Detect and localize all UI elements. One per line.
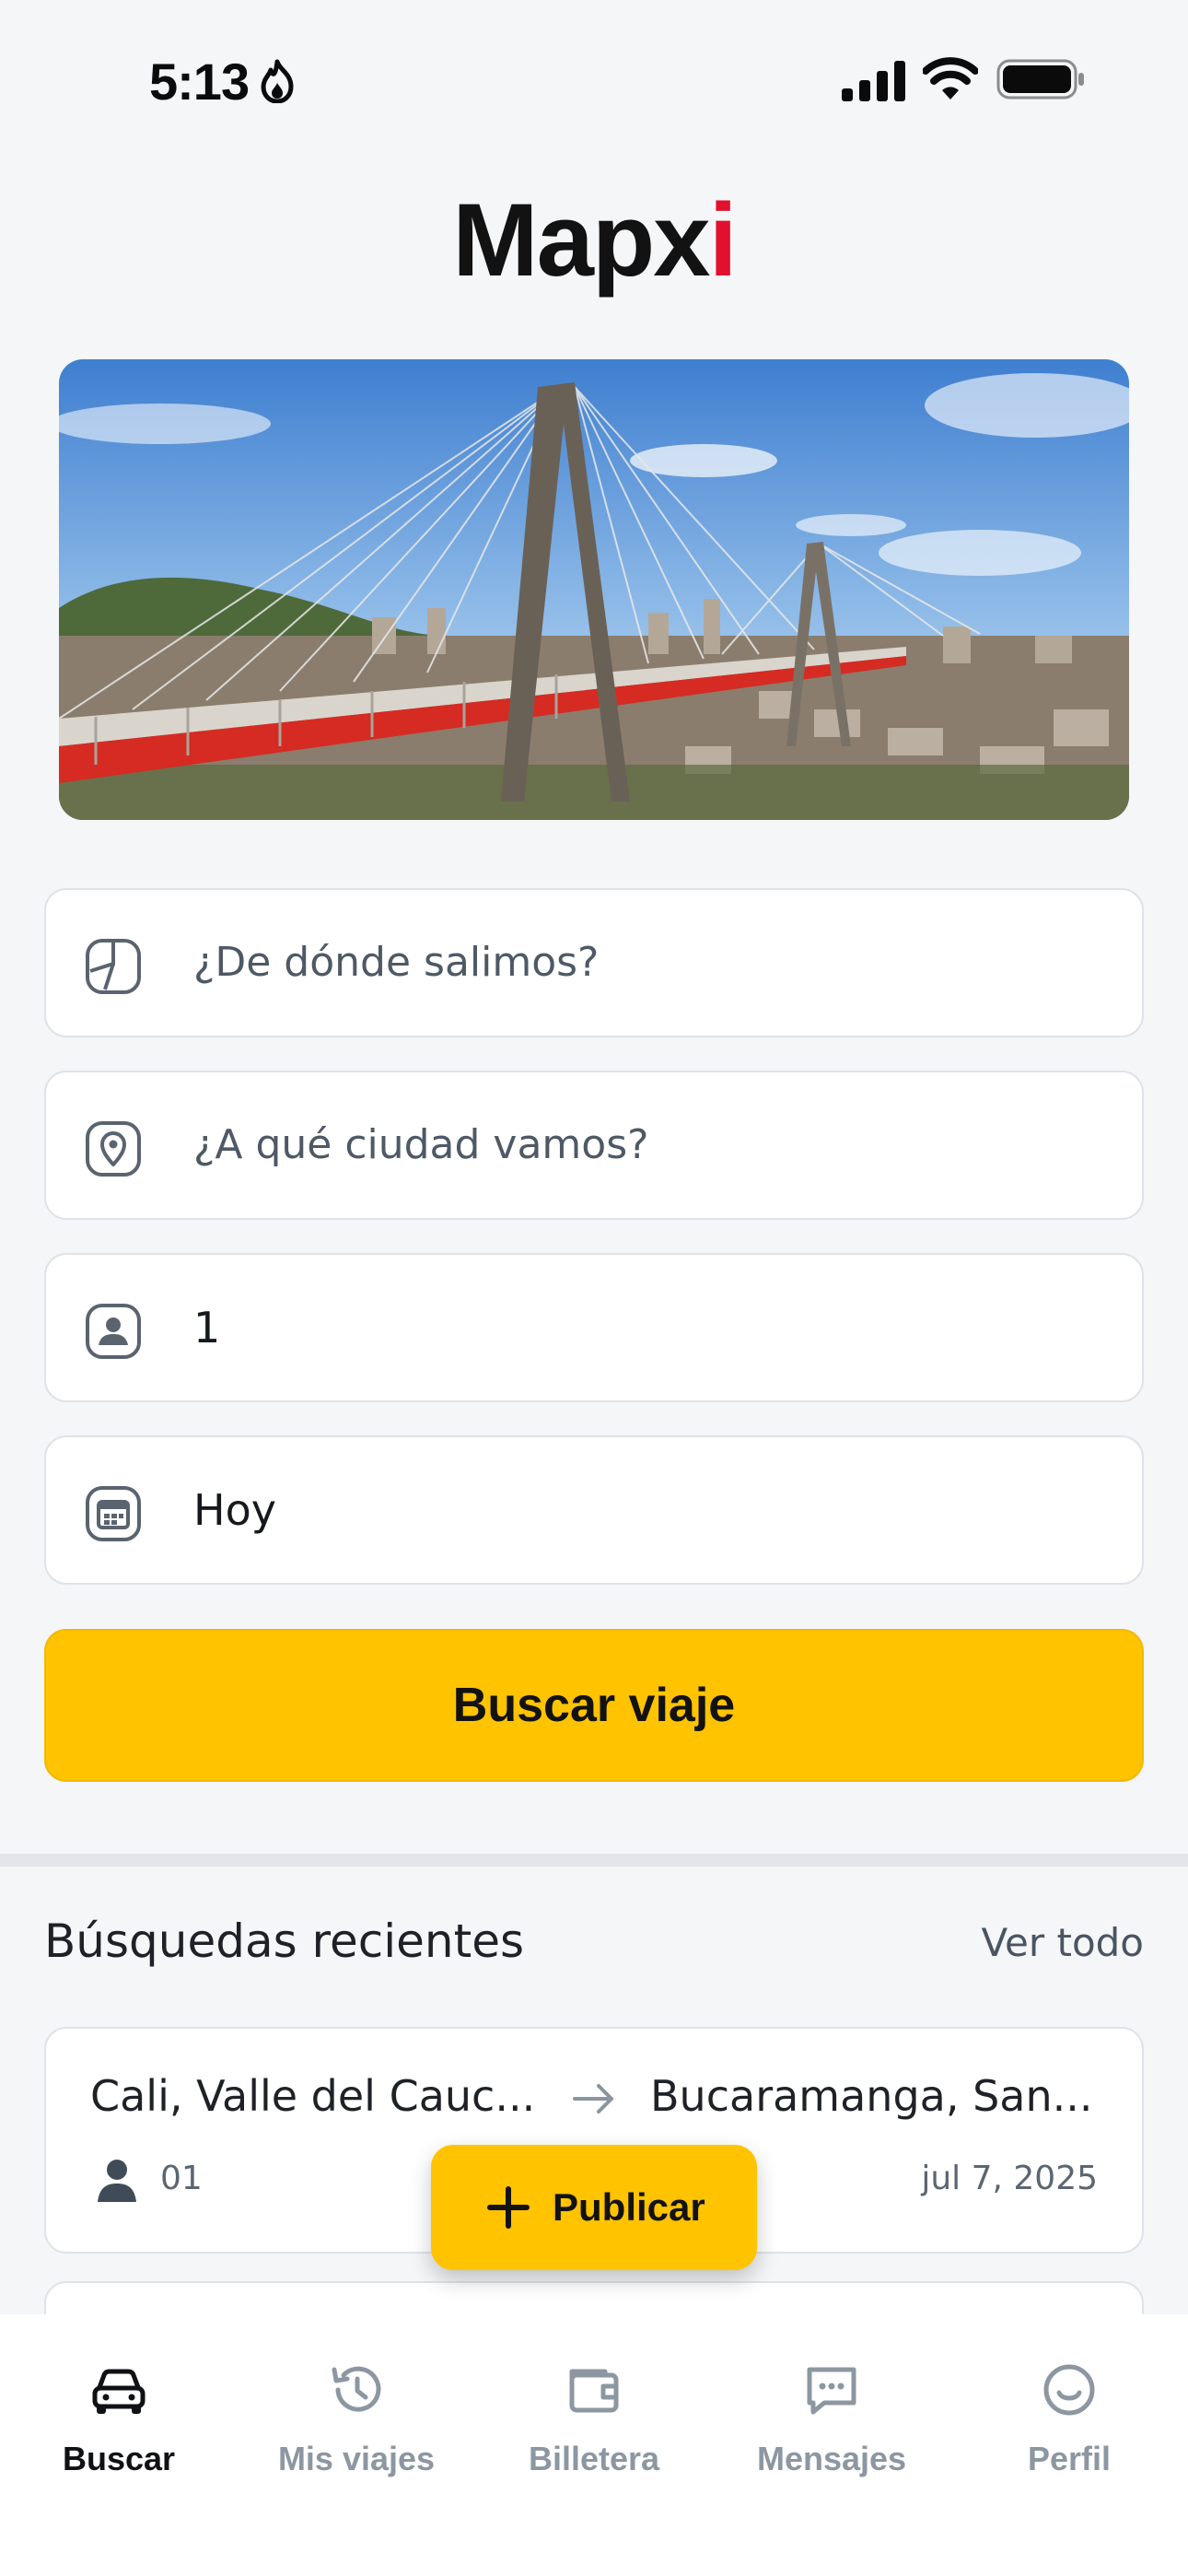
status-time: 5:13 [149, 53, 250, 111]
date-input[interactable]: Hoy [44, 1435, 1144, 1585]
date-value: Hoy [193, 1485, 276, 1535]
origin-placeholder: ¿De dónde salimos? [193, 939, 600, 986]
calendar-icon [86, 1486, 141, 1541]
passengers-input[interactable]: 1 [44, 1253, 1144, 1402]
battery-icon [996, 59, 1084, 100]
location-pin-icon [86, 1121, 141, 1177]
origin-input[interactable]: ¿De dónde salimos? [44, 888, 1144, 1037]
wifi-icon [923, 57, 978, 100]
recent-destination: Bucaramanga, San... [650, 2071, 1093, 2121]
recent-origin: Cali, Valle del Cauc... [90, 2071, 536, 2121]
logo-text: Mapx [452, 182, 710, 298]
destination-placeholder: ¿A qué ciudad vamos? [193, 1121, 649, 1168]
tab-label: Buscar [62, 2440, 176, 2477]
tab-label: Mis viajes [277, 2440, 436, 2477]
smile-icon [1043, 2364, 1095, 2416]
recent-searches-title: Búsquedas recientes [44, 1914, 525, 1968]
car-icon [92, 2369, 146, 2414]
compass-icon [86, 939, 141, 994]
wallet-icon [569, 2369, 619, 2413]
person-icon [98, 2160, 136, 2202]
section-divider [0, 1854, 1188, 1867]
flame-icon [261, 59, 294, 103]
person-badge-icon [86, 1304, 141, 1359]
recent-passengers: 01 [160, 2160, 203, 2197]
message-icon [807, 2367, 856, 2415]
bottom-tab-bar: Buscar Mis viajes Billetera Mensajes Per… [0, 2314, 1188, 2576]
view-all-link[interactable]: Ver todo [982, 1920, 1144, 1965]
arrow-right-icon [573, 2084, 613, 2113]
tab-mis-viajes[interactable]: Mis viajes [238, 2342, 475, 2508]
publish-label: Publicar [553, 2185, 705, 2229]
tab-perfil[interactable]: Perfil [950, 2342, 1188, 2508]
publish-fab-button[interactable]: Publicar [431, 2145, 757, 2270]
hero-image [59, 359, 1129, 820]
history-icon [332, 2366, 381, 2412]
tab-label: Perfil [1027, 2440, 1112, 2477]
tab-label: Mensajes [756, 2440, 907, 2477]
cellular-signal-icon [842, 61, 905, 101]
app-logo: Mapxi [0, 181, 1188, 299]
app-screen: 5:13 Mapxi ¿De dónde salimos? ¿A qué ciu… [0, 0, 1188, 2576]
passengers-value: 1 [193, 1303, 221, 1352]
plus-icon [487, 2186, 530, 2229]
logo-accent: i [708, 182, 738, 298]
status-bar: 5:13 [0, 0, 1188, 157]
tab-buscar[interactable]: Buscar [0, 2342, 238, 2508]
tab-billetera[interactable]: Billetera [475, 2342, 713, 2508]
tab-mensajes[interactable]: Mensajes [713, 2342, 950, 2508]
search-trip-button[interactable]: Buscar viaje [44, 1629, 1144, 1782]
tab-label: Billetera [528, 2440, 660, 2477]
recent-date: jul 7, 2025 [921, 2160, 1098, 2197]
bridge-illustration [59, 359, 1129, 820]
destination-input[interactable]: ¿A qué ciudad vamos? [44, 1071, 1144, 1220]
